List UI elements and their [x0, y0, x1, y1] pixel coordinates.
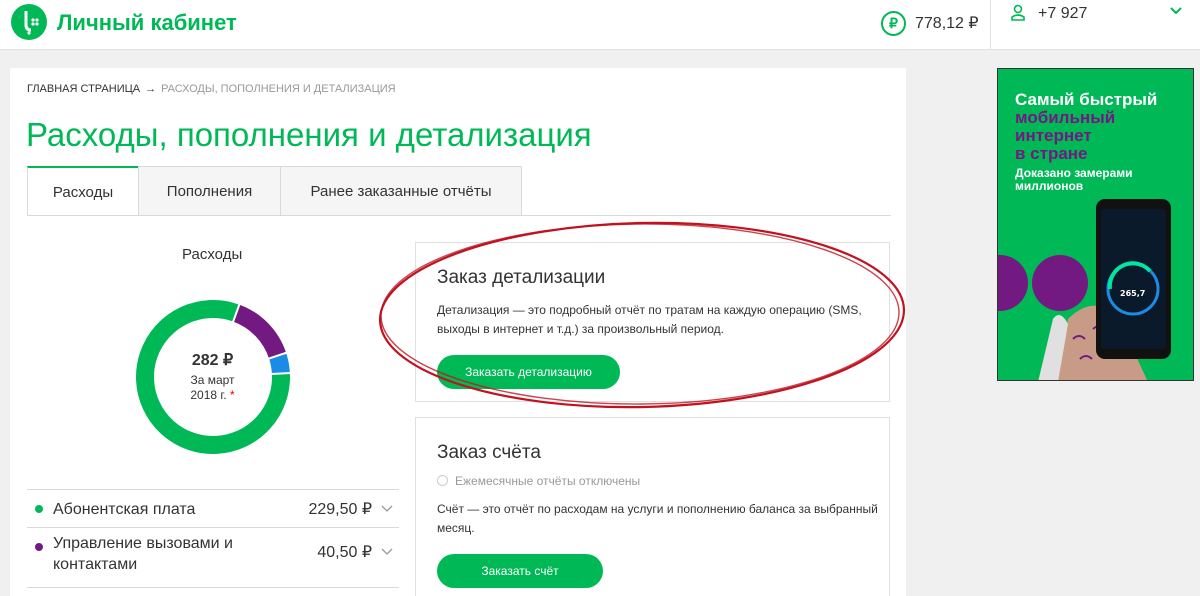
- ad-subtitle: Доказано замерами миллионов: [1015, 167, 1133, 193]
- ad-line: в стране: [1015, 144, 1088, 163]
- list-bottom-border: [27, 587, 399, 588]
- breadcrumb-home[interactable]: ГЛАВНАЯ СТРАНИЦА: [27, 83, 140, 95]
- bill-order-card: Заказ счёта Ежемесячные отчёты отключены…: [415, 417, 890, 596]
- ad-line: интернет: [1015, 126, 1092, 145]
- expenses-total: 282 ₽: [191, 352, 234, 369]
- header-divider: [990, 0, 991, 50]
- tab-top-ups[interactable]: Пополнения: [138, 166, 281, 216]
- top-header: Личный кабинет ₽ 778,12 ₽ +7 927: [0, 0, 1200, 50]
- bill-order-title: Заказ счёта: [437, 442, 541, 463]
- donut-center: 282 ₽ За март 2018 г. *: [160, 350, 265, 403]
- expense-row-call-management[interactable]: Управление вызовами и контактами 40,50 ₽: [27, 527, 399, 587]
- user-icon: [1011, 4, 1025, 21]
- expenses-period: За март 2018 г. *: [160, 373, 265, 403]
- megafon-logo-icon[interactable]: [11, 4, 47, 40]
- description-line: Счёт — это отчёт по расходам на услуги и…: [437, 502, 878, 516]
- red-ellipse-annotation: [378, 221, 906, 409]
- period-year: 2018 г.: [190, 388, 227, 402]
- expense-name-line1: Управление вызовами и: [53, 535, 233, 552]
- ad-speed-value: 265,7: [1120, 289, 1145, 298]
- breadcrumb-separator: →: [145, 83, 157, 95]
- chevron-down-icon[interactable]: [381, 548, 393, 556]
- chevron-down-icon[interactable]: [1168, 2, 1184, 20]
- expense-row-subscription[interactable]: Абонентская плата 229,50 ₽: [27, 489, 399, 527]
- chevron-down-icon[interactable]: [381, 505, 393, 513]
- ad-sub-line: миллионов: [1015, 179, 1084, 193]
- ad-phone-illustration: 265,7: [998, 199, 1171, 380]
- breadcrumb: ГЛАВНАЯ СТРАНИЦА → РАСХОДЫ, ПОПОЛНЕНИЯ И Д…: [27, 83, 396, 95]
- ruble-icon: ₽: [881, 11, 906, 36]
- tabs-underline: [27, 215, 891, 216]
- donut-separator: [270, 371, 291, 375]
- monthly-reports-label: Ежемесячные отчёты отключены: [455, 474, 641, 488]
- ad-line: Самый быстрый: [1015, 90, 1158, 109]
- tab-previous-reports[interactable]: Ранее заказанные отчёты: [280, 166, 522, 216]
- phone-number[interactable]: +7 927: [1038, 5, 1087, 23]
- expenses-list: Абонентская плата 229,50 ₽ Управление вы…: [27, 489, 399, 588]
- expense-name: Управление вызовами и контактами: [53, 533, 233, 575]
- legend-dot-green: [35, 505, 43, 513]
- expense-amount: 40,50 ₽: [317, 544, 372, 561]
- monthly-reports-radio[interactable]: [437, 475, 448, 486]
- legend-dot-purple: [35, 543, 43, 551]
- expense-name-line2: контактами: [53, 556, 138, 573]
- expense-name: Абонентская плата: [53, 501, 196, 518]
- bill-order-description: Счёт — это отчёт по расходам на услуги и…: [437, 500, 878, 538]
- brand-title[interactable]: Личный кабинет: [57, 10, 237, 36]
- ad-banner[interactable]: Самый быстрый мобильный интернет в стран…: [997, 68, 1194, 381]
- expenses-chart-title: Расходы: [182, 246, 243, 263]
- order-bill-button[interactable]: Заказать счёт: [437, 554, 603, 588]
- expense-amount: 229,50 ₽: [308, 501, 372, 518]
- ad-line: мобильный: [1015, 108, 1116, 127]
- balance-amount[interactable]: 778,12 ₽: [915, 13, 979, 33]
- page-title: Расходы, пополнения и детализация: [26, 116, 592, 153]
- description-line: месяц.: [437, 521, 475, 535]
- period-month: За март: [190, 373, 235, 387]
- footnote-asterisk: *: [229, 388, 235, 402]
- breadcrumb-current: РАСХОДЫ, ПОПОЛНЕНИЯ И ДЕТАЛИЗАЦИЯ: [161, 83, 396, 95]
- tab-expenses[interactable]: Расходы: [27, 166, 139, 216]
